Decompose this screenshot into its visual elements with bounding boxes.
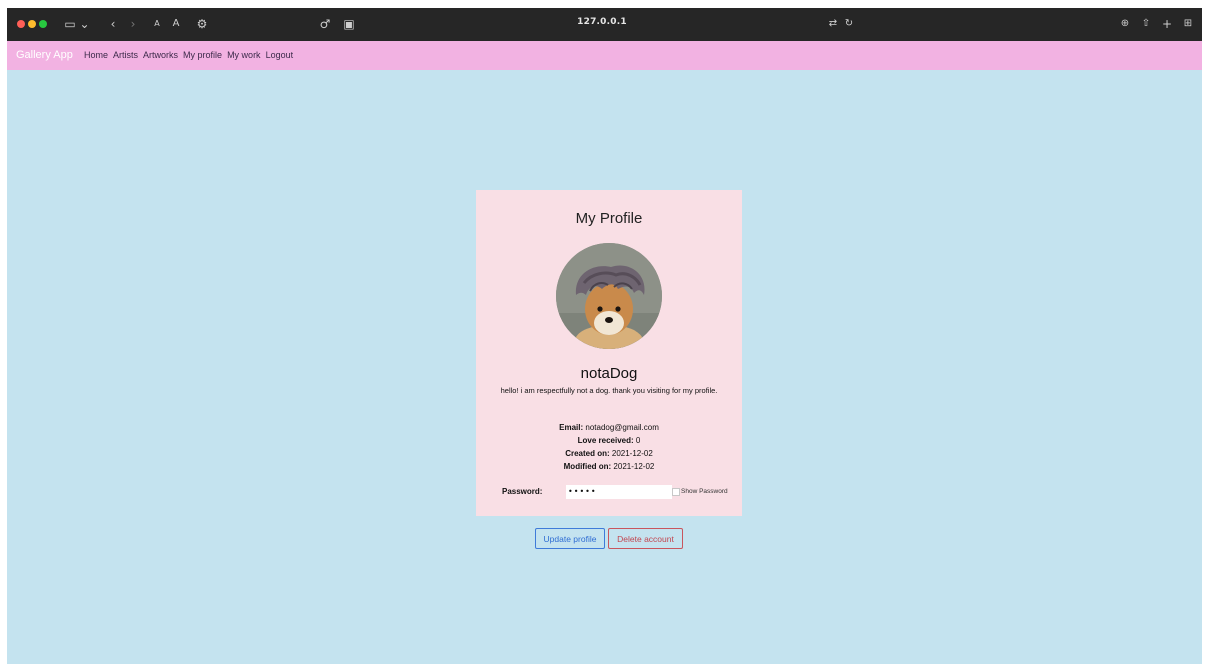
- share-icon[interactable]: ⇧: [1139, 13, 1153, 35]
- modified-label: Modified on:: [563, 462, 612, 471]
- zoom-window-button[interactable]: [39, 20, 47, 28]
- nav-artists[interactable]: Artists: [113, 50, 138, 60]
- nav-artworks[interactable]: Artworks: [143, 50, 178, 60]
- email-row: Email: notadog@gmail.com: [476, 421, 742, 434]
- delete-account-button[interactable]: Delete account: [608, 528, 683, 549]
- show-password-label: Show Password: [681, 488, 728, 495]
- minimize-window-button[interactable]: [28, 20, 36, 28]
- tab-overview-icon[interactable]: ⊞: [1181, 13, 1195, 35]
- email-label: Email:: [559, 423, 584, 432]
- translate-icon[interactable]: ⇄: [825, 13, 841, 35]
- created-row: Created on: 2021-12-02: [476, 447, 742, 460]
- created-value: 2021-12-02: [611, 449, 653, 458]
- browser-toolbar: ▭ ⌄ ‹ › A A ⚙ ♂ ▣ 127.0.0.1 ⇄ ↻ ⊕ ⇧ + ⊞: [7, 8, 1202, 41]
- love-label: Love received:: [577, 436, 634, 445]
- app-navbar: Gallery App Home Artists Artworks My pro…: [7, 41, 1202, 70]
- notion-extension-icon[interactable]: ▣: [341, 13, 357, 35]
- address-bar[interactable]: 127.0.0.1: [567, 17, 637, 27]
- reload-icon[interactable]: ↻: [843, 13, 855, 35]
- dog-avatar-image: [556, 243, 662, 349]
- love-value: 0: [635, 436, 641, 445]
- email-value: notadog@gmail.com: [585, 423, 659, 432]
- nav-my-profile[interactable]: My profile: [183, 50, 222, 60]
- text-larger-icon[interactable]: A: [169, 13, 183, 35]
- nav-logout[interactable]: Logout: [266, 50, 294, 60]
- forward-arrow-icon[interactable]: ›: [127, 13, 139, 35]
- downloads-icon[interactable]: ⊕: [1118, 13, 1132, 35]
- bio-text: hello! i am respectfully not a dog. than…: [500, 386, 718, 395]
- brand-link[interactable]: Gallery App: [16, 49, 73, 61]
- close-window-button[interactable]: [17, 20, 25, 28]
- username: notaDog: [580, 365, 638, 382]
- password-label: Password:: [502, 487, 543, 496]
- page-title: My Profile: [575, 210, 643, 227]
- new-tab-icon[interactable]: +: [1160, 13, 1174, 35]
- nav-my-work[interactable]: My work: [227, 50, 261, 60]
- password-row: Password: ••••• Show Password: [496, 485, 736, 499]
- show-password-checkbox[interactable]: [672, 488, 680, 496]
- settings-gear-icon[interactable]: ⚙: [194, 13, 210, 35]
- extension-icon[interactable]: ♂: [317, 13, 333, 35]
- password-field[interactable]: •••••: [566, 485, 672, 499]
- modified-value: 2021-12-02: [613, 462, 655, 471]
- love-row: Love received: 0: [476, 434, 742, 447]
- profile-info: Email: notadog@gmail.com Love received: …: [476, 421, 742, 473]
- profile-card: My Profile notaDog hello! i am respectfu…: [476, 190, 742, 516]
- sidebar-toggle-icon[interactable]: ▭ ⌄: [64, 13, 90, 35]
- avatar: [556, 243, 662, 349]
- update-profile-button[interactable]: Update profile: [535, 528, 605, 549]
- nav-links: Home Artists Artworks My profile My work…: [84, 50, 293, 60]
- created-label: Created on:: [565, 449, 610, 458]
- browser-window: ▭ ⌄ ‹ › A A ⚙ ♂ ▣ 127.0.0.1 ⇄ ↻ ⊕ ⇧ + ⊞ …: [7, 8, 1202, 664]
- text-smaller-icon[interactable]: A: [151, 13, 163, 35]
- modified-row: Modified on: 2021-12-02: [476, 460, 742, 473]
- back-arrow-icon[interactable]: ‹: [107, 13, 119, 35]
- nav-home[interactable]: Home: [84, 50, 108, 60]
